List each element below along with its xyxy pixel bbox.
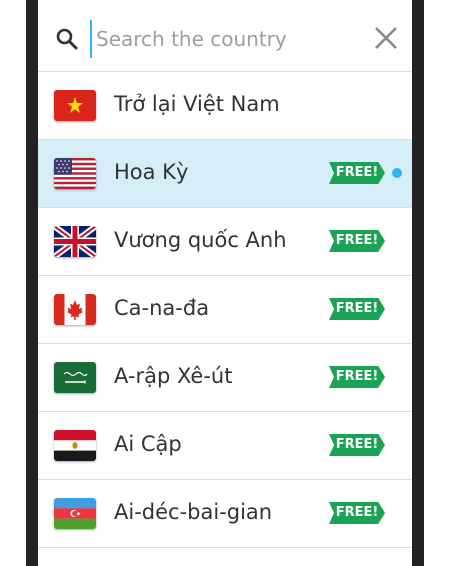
country-list: Trở lại Việt Nam Hoa Kỳ FREE! Vương quốc… xyxy=(38,72,412,548)
search-icon xyxy=(56,28,78,50)
country-picker-panel: Trở lại Việt Nam xyxy=(38,6,412,566)
country-row-egypt[interactable]: Ai Cập FREE! xyxy=(38,412,412,480)
canada-flag-icon xyxy=(54,294,96,325)
country-row-saudi-arabia[interactable]: A-rập Xê-út FREE! xyxy=(38,344,412,412)
country-name: Ca-na-đa xyxy=(114,296,210,320)
screen-frame-left xyxy=(26,0,38,566)
country-name: Hoa Kỳ xyxy=(114,160,189,184)
country-row-canada[interactable]: Ca-na-đa FREE! xyxy=(38,276,412,344)
free-badge: FREE! xyxy=(329,502,385,524)
search-bar xyxy=(38,6,412,72)
selected-indicator-dot xyxy=(392,168,402,178)
backdrop-right xyxy=(424,0,450,566)
free-badge: FREE! xyxy=(329,434,385,456)
vietnam-flag-icon xyxy=(54,90,96,121)
usa-flag-icon xyxy=(54,158,96,189)
search-input[interactable] xyxy=(90,20,358,58)
country-name: Ai Cập xyxy=(114,432,182,456)
backdrop-left xyxy=(0,0,26,566)
close-icon[interactable] xyxy=(374,26,398,50)
country-name: Ai-déc-bai-gian xyxy=(114,500,273,524)
country-name: A-rập Xê-út xyxy=(114,364,233,388)
screen-frame-right xyxy=(412,0,424,566)
country-row-vietnam[interactable]: Trở lại Việt Nam xyxy=(38,72,412,140)
saudi-arabia-flag-icon xyxy=(54,362,96,393)
azerbaijan-flag-icon xyxy=(54,498,96,529)
country-row-azerbaijan[interactable]: Ai-déc-bai-gian FREE! xyxy=(38,480,412,548)
country-row-uk[interactable]: Vương quốc Anh FREE! xyxy=(38,208,412,276)
egypt-flag-icon xyxy=(54,430,96,461)
free-badge: FREE! xyxy=(329,162,385,184)
country-name: Trở lại Việt Nam xyxy=(114,92,280,116)
free-badge: FREE! xyxy=(329,230,385,252)
country-name: Vương quốc Anh xyxy=(114,228,287,252)
country-row-usa[interactable]: Hoa Kỳ FREE! xyxy=(38,140,412,208)
uk-flag-icon xyxy=(54,226,96,257)
free-badge: FREE! xyxy=(329,298,385,320)
free-badge: FREE! xyxy=(329,366,385,388)
